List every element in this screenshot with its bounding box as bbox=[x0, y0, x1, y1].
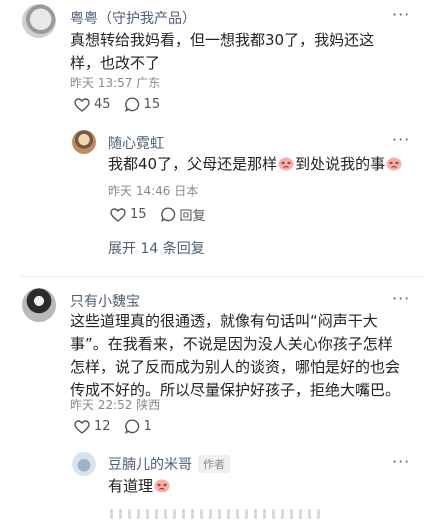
reply-text-part: 我都40了，父母还是那样 bbox=[108, 155, 278, 173]
crying-face-emoji bbox=[278, 157, 294, 171]
comment-meta: 昨天 22:52 陕西 bbox=[70, 396, 160, 413]
comment-username[interactable]: 粤粤（守护我产品） bbox=[70, 8, 196, 28]
like-button[interactable]: 15 bbox=[110, 207, 147, 222]
comment-location: 广东 bbox=[136, 76, 161, 90]
bottom-placeholder-bar bbox=[110, 506, 320, 522]
reply-actions: 15 回复 bbox=[110, 205, 220, 224]
more-dots-icon[interactable]: ··· bbox=[392, 7, 410, 23]
comment-bubble-icon bbox=[124, 419, 139, 434]
more-dots-icon[interactable]: ··· bbox=[392, 454, 410, 470]
more-dots-icon[interactable]: ··· bbox=[392, 132, 410, 148]
comment-item: 粤粤（守护我产品） ··· 真想转给我妈看，但一想我都30了，我妈还这样，也改不… bbox=[0, 0, 424, 280]
reply-avatar[interactable] bbox=[72, 130, 96, 154]
reply-time: 昨天 14:46 bbox=[108, 184, 171, 198]
comment-actions: 12 1 bbox=[74, 419, 166, 434]
reply-username-text: 豆腩儿的米哥 bbox=[108, 457, 192, 473]
more-dots-icon[interactable]: ··· bbox=[392, 291, 410, 307]
comment-text: 真想转给我妈看，但一想我都30了，我妈还这样，也改不了 bbox=[70, 31, 375, 72]
like-count: 45 bbox=[94, 97, 111, 112]
reply-count: 15 bbox=[143, 97, 161, 112]
expand-replies-link[interactable]: 展开 14 条回复 bbox=[108, 238, 205, 258]
reply-text-part: 有道理 bbox=[108, 477, 154, 495]
reply-text: 我都40了，父母还是那样 到处说我的事 bbox=[108, 153, 408, 176]
reply-username[interactable]: 随心霓虹 bbox=[108, 133, 164, 153]
reply-count: 1 bbox=[143, 419, 152, 434]
like-button[interactable]: 12 bbox=[74, 419, 111, 434]
reply-label: 回复 bbox=[179, 209, 206, 224]
comment-username[interactable]: 只有小魏宝 bbox=[70, 291, 140, 311]
like-button[interactable]: 45 bbox=[74, 97, 111, 112]
reply-text-part: 到处说我的事 bbox=[295, 155, 386, 173]
divider bbox=[20, 276, 424, 277]
comment-bubble-icon bbox=[124, 97, 139, 112]
reply-meta: 昨天 14:46 日本 bbox=[108, 182, 198, 199]
reply-location: 日本 bbox=[174, 184, 199, 198]
avatar[interactable] bbox=[22, 288, 56, 322]
heart-outline-icon bbox=[74, 419, 90, 434]
heart-outline-icon bbox=[110, 207, 126, 222]
reply-username[interactable]: 豆腩儿的米哥 作者 bbox=[108, 454, 230, 474]
reply-button[interactable]: 回复 bbox=[160, 205, 206, 224]
reply-button[interactable]: 15 bbox=[124, 97, 161, 112]
comment-bubble-icon bbox=[160, 207, 175, 222]
reply-avatar[interactable] bbox=[72, 452, 96, 476]
crying-face-emoji bbox=[154, 479, 170, 493]
comment-location: 陕西 bbox=[136, 398, 161, 412]
comment-meta: 昨天 13:57 广东 bbox=[70, 74, 160, 91]
author-tag: 作者 bbox=[198, 455, 230, 473]
comment-text: 这些道理真的很通透，就像有句话叫“闷声干大事”。在我看来，不说是因为没人关心你孩… bbox=[70, 312, 401, 399]
comment-time: 昨天 13:57 bbox=[70, 76, 133, 90]
like-count: 15 bbox=[130, 207, 147, 222]
reply-text: 有道理 bbox=[108, 475, 171, 498]
heart-outline-icon bbox=[74, 97, 90, 112]
comment-time: 昨天 22:52 bbox=[70, 398, 133, 412]
comment-item: 只有小魏宝 ··· 这些道理真的很通透，就像有句话叫“闷声干大事”。在我看来，不… bbox=[0, 282, 424, 522]
reply-button[interactable]: 1 bbox=[124, 419, 152, 434]
comment-actions: 45 15 bbox=[74, 97, 174, 112]
crying-face-emoji bbox=[386, 157, 402, 171]
like-count: 12 bbox=[94, 419, 111, 434]
avatar[interactable] bbox=[22, 4, 56, 38]
